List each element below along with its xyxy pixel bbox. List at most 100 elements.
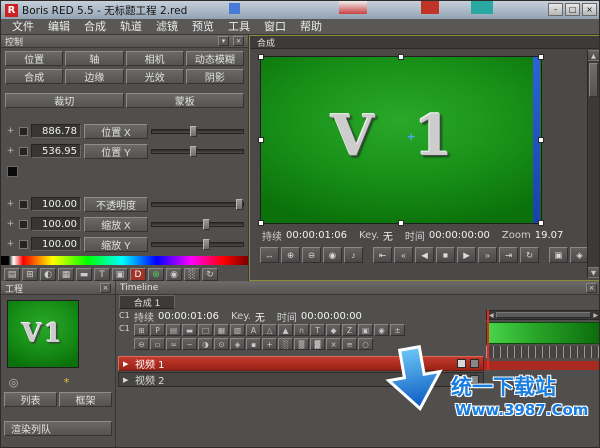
param-label-button[interactable]: 不透明度 — [84, 197, 148, 212]
timeline-tool-icon[interactable]: A — [246, 324, 261, 336]
hand-tool-icon[interactable]: ◉ — [323, 247, 342, 263]
project-tab[interactable]: 框架 — [59, 392, 112, 407]
control-tab[interactable]: 光效 — [126, 69, 184, 84]
step-forward-icon[interactable]: » — [478, 247, 497, 263]
param-label-button[interactable]: 位置 X — [84, 124, 148, 139]
timeline-tool-icon[interactable]: ≈ — [166, 338, 181, 350]
control-tab[interactable]: 轴 — [65, 51, 123, 66]
disclosure-triangle-icon[interactable]: ▶ — [123, 360, 131, 368]
scroll-right-icon[interactable]: ▶ — [593, 312, 598, 319]
timeline-tool-icon[interactable]: ▫ — [150, 338, 165, 350]
param-value-field[interactable]: 100.00 — [31, 217, 81, 231]
param-value-field[interactable]: 100.00 — [31, 237, 81, 251]
timeline-tool-icon[interactable]: ∼ — [182, 338, 197, 350]
slider-thumb[interactable] — [190, 126, 197, 137]
menu-item[interactable]: 预览 — [185, 19, 221, 34]
timeline-tool-icon[interactable]: ⊞ — [134, 324, 149, 336]
keyframe-icon[interactable]: * — [60, 376, 73, 389]
scrollbar-thumb[interactable] — [589, 63, 598, 97]
timeline-horizontal-scrollbar[interactable]: ◀ ▶ — [486, 310, 600, 320]
timeline-tool-icon[interactable]: ▪ — [246, 338, 261, 350]
selection-handle[interactable] — [538, 220, 544, 226]
prev-frame-icon[interactable]: « — [394, 247, 413, 263]
track-list-icon[interactable]: ▤ — [4, 268, 20, 281]
param-label-button[interactable]: 缩放 Y — [84, 237, 148, 252]
param-label-button[interactable]: 缩放 X — [84, 217, 148, 232]
timeline-tool-icon[interactable]: × — [326, 338, 341, 350]
timeline-tool-icon[interactable]: ◈ — [230, 338, 245, 350]
color-swatch[interactable] — [7, 166, 18, 177]
timeline-tool-icon[interactable]: ░ — [278, 338, 293, 350]
timeline-tool-icon[interactable]: ⊙ — [214, 338, 229, 350]
timeline-tool-icon[interactable]: ▦ — [214, 324, 229, 336]
go-end-icon[interactable]: ⇥ — [499, 247, 518, 263]
panel-close-icon[interactable]: × — [586, 283, 597, 293]
menu-item[interactable]: 文件 — [5, 19, 41, 34]
control-tab[interactable]: 相机 — [126, 51, 184, 66]
project-tab[interactable]: 列表 — [4, 392, 57, 407]
timeline-tool-icon[interactable]: ▬ — [182, 324, 197, 336]
timeline-tool-icon[interactable]: ▧ — [230, 324, 245, 336]
preview-canvas[interactable]: V 1 + — [260, 56, 542, 224]
control-tab[interactable]: 动态模糊 — [186, 51, 244, 66]
draft-mode-icon[interactable]: D — [130, 268, 146, 281]
timeline-tool-icon[interactable]: ▒ — [294, 338, 309, 350]
timeline-tool-icon[interactable]: ∩ — [294, 324, 309, 336]
timeline-tool-icon[interactable]: ▓ — [310, 338, 325, 350]
menu-item[interactable]: 滤镜 — [149, 19, 185, 34]
timeline-tool-icon[interactable]: Z — [342, 324, 357, 336]
refresh-icon[interactable]: ↻ — [202, 268, 218, 281]
loop-icon[interactable]: ↻ — [520, 247, 539, 263]
timeline-tool-icon[interactable]: △ — [262, 324, 277, 336]
animate-checkbox[interactable] — [19, 220, 28, 229]
timeline-tool-icon[interactable]: ◑ — [198, 338, 213, 350]
timeline-tool-icon[interactable]: ± — [390, 324, 405, 336]
selection-handle[interactable] — [398, 54, 404, 60]
menu-item[interactable]: 编辑 — [41, 19, 77, 34]
selection-handle[interactable] — [258, 137, 264, 143]
panel-icon[interactable]: ▦ — [58, 268, 74, 281]
project-thumbnail[interactable]: V1 — [7, 300, 79, 368]
keyframe-toggle-icon[interactable]: + — [5, 239, 16, 249]
color-spectrum-bar[interactable] — [1, 256, 248, 265]
slider-thumb[interactable] — [190, 146, 197, 157]
anchor-point-icon[interactable]: + — [407, 130, 416, 143]
animate-checkbox[interactable] — [19, 200, 28, 209]
scroll-up-icon[interactable]: ▲ — [588, 50, 599, 61]
close-button[interactable]: × — [582, 3, 597, 16]
control-tab[interactable]: 蒙板 — [126, 93, 245, 108]
play-icon[interactable]: ▶ — [457, 247, 476, 263]
param-slider[interactable] — [151, 129, 244, 134]
timeline-tool-icon[interactable]: ▲ — [278, 324, 293, 336]
timeline-tool-icon[interactable]: ◉ — [374, 324, 389, 336]
param-slider[interactable] — [151, 149, 244, 154]
animate-checkbox[interactable] — [19, 147, 28, 156]
slider-thumb[interactable] — [203, 239, 210, 250]
menu-item[interactable]: 窗口 — [257, 19, 293, 34]
target-icon[interactable]: ◉ — [166, 268, 182, 281]
zoom-out-icon[interactable]: ⊖ — [302, 247, 321, 263]
keyframe-toggle-icon[interactable]: + — [5, 146, 16, 156]
param-slider[interactable] — [151, 242, 244, 247]
animate-checkbox[interactable] — [19, 240, 28, 249]
menu-item[interactable]: 工具 — [221, 19, 257, 34]
contrast-icon[interactable]: ◐ — [40, 268, 56, 281]
texture-icon[interactable]: ░ — [184, 268, 200, 281]
audio-preview-icon[interactable]: ♪ — [344, 247, 363, 263]
param-value-field[interactable]: 886.78 — [31, 124, 81, 138]
canvas-title-object[interactable]: V 1 — [261, 103, 533, 169]
selection-handle[interactable] — [538, 54, 544, 60]
slider-thumb[interactable] — [203, 219, 210, 230]
keyframe-toggle-icon[interactable]: + — [5, 126, 16, 136]
preview-vertical-scrollbar[interactable]: ▲ ▼ — [587, 50, 599, 278]
bar-icon[interactable]: ▬ — [76, 268, 92, 281]
scrollbar-thumb[interactable] — [496, 312, 592, 318]
pan-tool-icon[interactable]: ↔ — [260, 247, 279, 263]
scroll-down-icon[interactable]: ▼ — [588, 267, 599, 278]
animate-checkbox[interactable] — [19, 127, 28, 136]
add-icon[interactable]: ⊕ — [148, 268, 164, 281]
zoom-in-icon[interactable]: ⊕ — [281, 247, 300, 263]
selection-handle[interactable] — [538, 137, 544, 143]
timeline-tool-icon[interactable]: T — [310, 324, 325, 336]
timeline-tool-icon[interactable]: □ — [198, 324, 213, 336]
